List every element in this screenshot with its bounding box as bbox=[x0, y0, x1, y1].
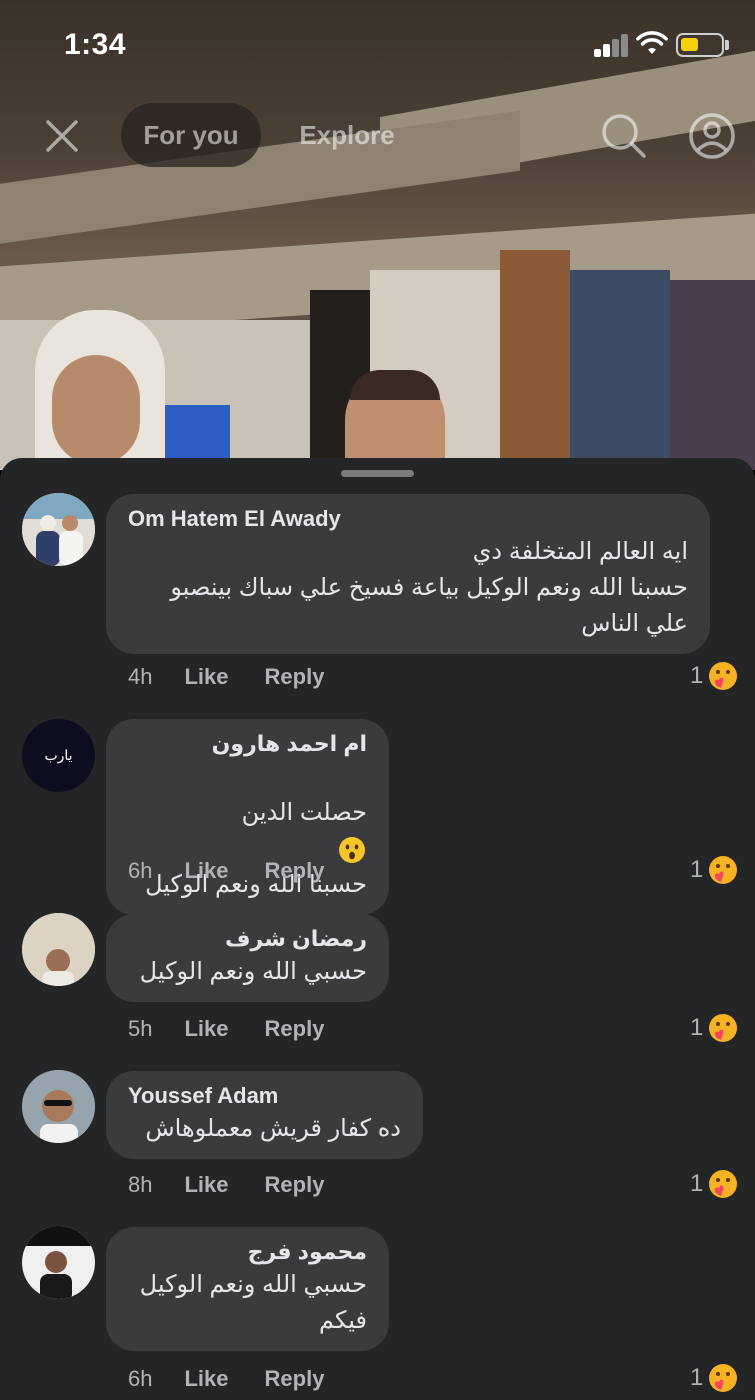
comment-meta: 5h Like Reply bbox=[128, 1016, 360, 1042]
avatar-text: يارب bbox=[44, 747, 73, 764]
comment-bubble[interactable]: محمود فرج حسبي الله ونعم الوكيل فيكم bbox=[106, 1227, 389, 1351]
avatar[interactable] bbox=[22, 493, 95, 566]
reaction-count: 1 bbox=[690, 662, 704, 689]
comment-bubble[interactable]: Om Hatem El Awady ايه العالم المتخلفة دي… bbox=[106, 494, 710, 654]
reply-button[interactable]: Reply bbox=[265, 1016, 325, 1042]
comment-text-line: ده كفار قريش معملوهاش bbox=[145, 1115, 401, 1142]
comment-author[interactable]: Om Hatem El Awady bbox=[128, 504, 688, 534]
care-reaction-icon bbox=[709, 1170, 738, 1198]
comment-text-line: ايه العالم المتخلفة دي bbox=[472, 538, 688, 565]
avatar-photo bbox=[22, 1226, 95, 1299]
like-button[interactable]: Like bbox=[184, 858, 228, 884]
reaction-count: 1 bbox=[690, 856, 704, 883]
comment-bubble[interactable]: ام احمد هارون حصلت الدين حسبنا الله ونعم… bbox=[106, 719, 389, 915]
reaction-count: 1 bbox=[690, 1170, 704, 1197]
reaction-summary[interactable]: 1 bbox=[690, 1012, 739, 1044]
video-wall bbox=[670, 280, 755, 470]
comment-text-line: فيكم bbox=[319, 1307, 367, 1334]
comment-bubble[interactable]: رمضان شرف حسبي الله ونعم الوكيل bbox=[106, 914, 389, 1002]
battery-icon bbox=[676, 33, 724, 57]
reply-button[interactable]: Reply bbox=[265, 1172, 325, 1198]
reply-button[interactable]: Reply bbox=[265, 858, 325, 884]
comment-text-line: علي الناس bbox=[581, 610, 688, 637]
comment-text-line: حصلت الدين bbox=[128, 759, 367, 867]
comment-text-line: حسبي الله ونعم الوكيل bbox=[139, 958, 367, 985]
avatar[interactable] bbox=[22, 1226, 95, 1299]
reaction-summary[interactable]: 1 bbox=[690, 1362, 739, 1394]
comment-bubble[interactable]: Youssef Adam ده كفار قريش معملوهاش bbox=[106, 1071, 423, 1159]
comment-time: 8h bbox=[128, 1172, 153, 1197]
comment-time: 5h bbox=[128, 1016, 153, 1041]
search-icon[interactable] bbox=[598, 110, 650, 162]
comment-text-line: حسبنا الله ونعم الوكيل بياعة فسيخ علي سب… bbox=[170, 574, 688, 601]
battery-tip bbox=[725, 40, 729, 50]
reaction-count: 1 bbox=[690, 1364, 704, 1391]
comment-text-segment: حصلت الدين bbox=[241, 799, 367, 826]
reaction-summary[interactable]: 1 bbox=[690, 1168, 739, 1200]
care-reaction-icon bbox=[709, 856, 738, 884]
tab-explore[interactable]: Explore bbox=[280, 103, 414, 167]
video-wall bbox=[500, 250, 570, 470]
reply-button[interactable]: Reply bbox=[265, 664, 325, 690]
comment-meta: 8h Like Reply bbox=[128, 1172, 360, 1198]
like-button[interactable]: Like bbox=[184, 664, 228, 690]
status-time: 1:34 bbox=[64, 28, 127, 61]
reply-button[interactable]: Reply bbox=[265, 1366, 325, 1392]
reaction-summary[interactable]: 1 bbox=[690, 660, 739, 692]
video-person-hair bbox=[350, 370, 440, 400]
video-person-face bbox=[52, 355, 140, 465]
comment-author[interactable]: محمود فرج bbox=[128, 1237, 367, 1267]
profile-icon[interactable] bbox=[686, 110, 738, 162]
battery-level bbox=[681, 38, 698, 51]
comment-author[interactable]: ام احمد هارون bbox=[128, 729, 367, 759]
avatar-photo bbox=[22, 1070, 95, 1143]
avatar-photo bbox=[22, 493, 95, 566]
comment-time: 6h bbox=[128, 1366, 153, 1391]
avatar[interactable]: يارب bbox=[22, 719, 95, 792]
comments-sheet: Om Hatem El Awady ايه العالم المتخلفة دي… bbox=[0, 458, 755, 1400]
comment-meta: 6h Like Reply bbox=[128, 1366, 360, 1392]
comment-time: 6h bbox=[128, 858, 153, 883]
like-button[interactable]: Like bbox=[184, 1016, 228, 1042]
avatar-photo bbox=[22, 913, 95, 986]
avatar[interactable] bbox=[22, 1070, 95, 1143]
sheet-drag-handle[interactable] bbox=[341, 470, 414, 477]
comment-author[interactable]: Youssef Adam bbox=[128, 1081, 401, 1111]
care-reaction-icon bbox=[709, 662, 738, 690]
reaction-count: 1 bbox=[690, 1014, 704, 1041]
status-bar: 1:34 bbox=[0, 0, 755, 90]
comment-text-line: حسبي الله ونعم الوكيل bbox=[139, 1271, 367, 1298]
wifi-icon bbox=[636, 31, 668, 54]
comment-meta: 6h Like Reply bbox=[128, 858, 360, 884]
tab-for-you[interactable]: For you bbox=[121, 103, 261, 167]
like-button[interactable]: Like bbox=[184, 1366, 228, 1392]
care-reaction-icon bbox=[709, 1364, 738, 1392]
close-icon[interactable] bbox=[40, 114, 84, 158]
comment-meta: 4h Like Reply bbox=[128, 664, 360, 690]
cellular-signal-icon bbox=[594, 33, 630, 57]
comment-time: 4h bbox=[128, 664, 153, 689]
reaction-summary[interactable]: 1 bbox=[690, 854, 739, 886]
like-button[interactable]: Like bbox=[184, 1172, 228, 1198]
care-reaction-icon bbox=[709, 1014, 738, 1042]
video-wall bbox=[570, 270, 670, 470]
comment-author[interactable]: رمضان شرف bbox=[128, 924, 367, 954]
avatar[interactable] bbox=[22, 913, 95, 986]
